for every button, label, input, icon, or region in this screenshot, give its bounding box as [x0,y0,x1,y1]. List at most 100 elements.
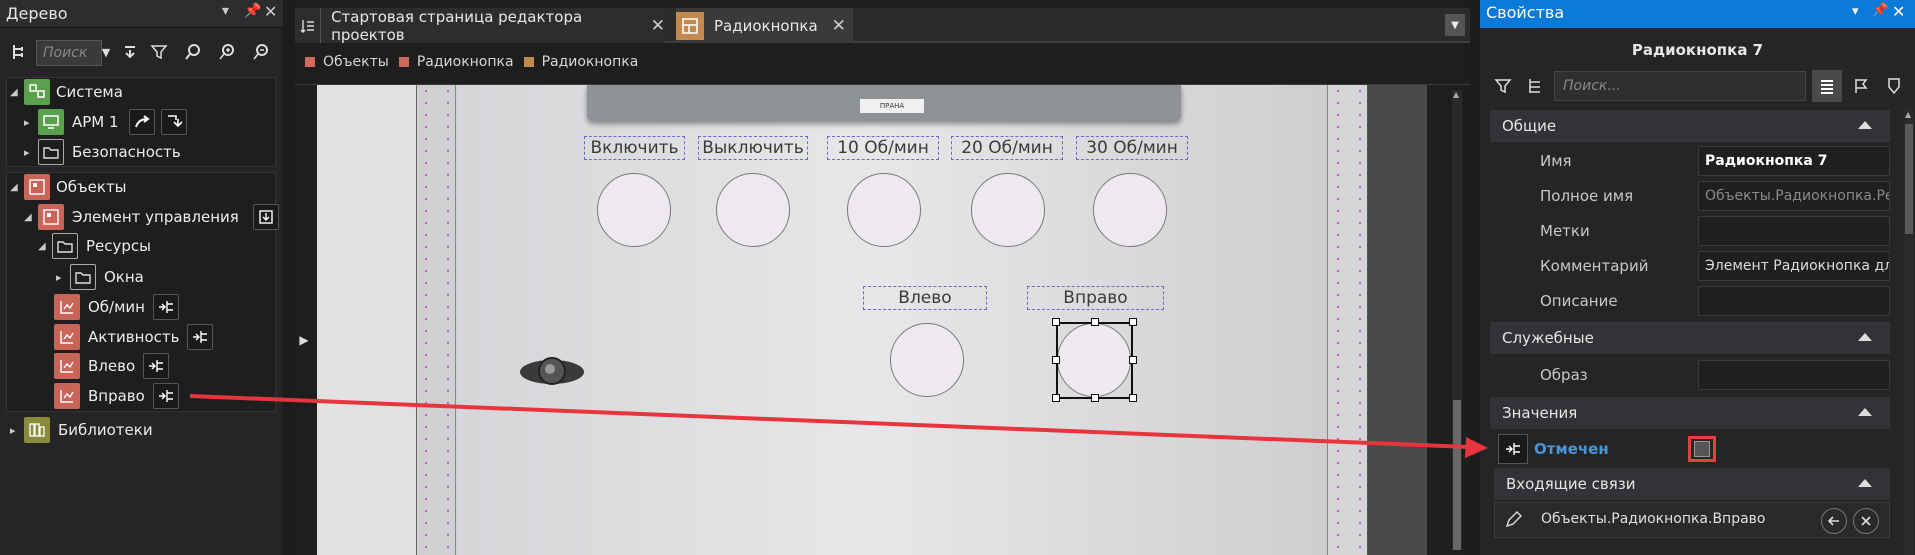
filter-icon[interactable] [1488,70,1518,102]
zoom-out-icon[interactable] [248,38,274,66]
tab-radiobutton[interactable]: Радиокнопка ✕ [676,8,853,43]
dropdown-icon[interactable]: ▾ [1852,4,1859,19]
tree-view-icon[interactable] [1520,70,1550,102]
resize-handle[interactable] [1129,394,1137,402]
label-20rpm[interactable]: 20 Об/мин [951,136,1063,160]
close-tab-icon[interactable]: ✕ [832,16,846,36]
download-icon[interactable] [252,204,279,230]
tree-structure-icon[interactable] [6,38,32,66]
expand-icon[interactable]: ◢ [10,87,24,98]
collapse-icon[interactable] [1858,408,1872,416]
resize-handle[interactable] [1129,356,1137,364]
prop-value-input[interactable] [1698,216,1890,246]
list-view-icon[interactable] [1812,70,1842,102]
binding-icon[interactable] [152,294,179,320]
tree-item-activity[interactable]: Активность [54,323,214,351]
edit-pencil-icon[interactable] [1499,506,1527,534]
knob-image[interactable] [517,347,587,397]
resize-handle[interactable] [1052,394,1060,402]
import-icon[interactable] [160,109,187,135]
section-general[interactable]: Общие [1490,110,1890,142]
prop-value-input[interactable] [1698,360,1890,390]
expand-left-icon[interactable]: ▶ [297,330,311,350]
prop-value-input[interactable] [1698,286,1890,316]
binding-icon[interactable] [1498,434,1528,464]
tree-item-left[interactable]: Влево [54,352,170,380]
radio-button-turn-on[interactable] [597,173,671,247]
binding-icon[interactable] [187,324,214,350]
properties-scrollbar[interactable]: ▲ [1904,108,1914,555]
expand-icon[interactable]: ▸ [56,271,70,284]
radio-button-left[interactable] [890,323,964,397]
tree-item-control-element[interactable]: ◢ Элемент управления [24,203,279,231]
pin-icon[interactable]: 📌 [1872,3,1888,18]
tree-item-objects[interactable]: ◢ Объекты [10,173,127,201]
search-dropdown-icon[interactable]: ▼ [97,38,115,66]
radio-button-10rpm[interactable] [847,173,921,247]
close-icon[interactable]: ✕ [1892,2,1905,21]
expand-icon[interactable]: ◢ [24,212,38,223]
tab-start-page[interactable]: Стартовая страница редактора проектов ✕ [295,8,665,44]
expand-icon[interactable]: ▸ [24,116,38,129]
scrollbar-thumb[interactable] [1905,124,1913,234]
resize-handle[interactable] [1091,318,1099,326]
expand-icon[interactable]: ◢ [10,182,24,193]
remove-link-icon[interactable] [1853,508,1879,534]
tree-item-rpm[interactable]: Об/мин [54,293,179,321]
label-10rpm[interactable]: 10 Об/мин [827,136,939,160]
binding-icon[interactable] [152,383,179,409]
resize-handle[interactable] [1091,394,1099,402]
label-turn-on[interactable]: Включить [584,136,685,160]
events-icon[interactable] [1880,70,1908,102]
label-turn-off[interactable]: Выключить [698,136,808,160]
label-right[interactable]: Вправо [1027,286,1164,310]
section-service[interactable]: Служебные [1490,322,1890,354]
resize-handle[interactable] [1129,318,1137,326]
design-canvas[interactable]: ПРАНА Включить Выключить 10 Об/мин 20 Об… [317,85,1427,555]
section-values[interactable]: Значения [1490,397,1890,429]
breadcrumb-item[interactable]: Радиокнопка [417,54,514,70]
section-incoming[interactable]: Входящие связи [1494,468,1890,500]
collapse-icon[interactable] [1858,479,1872,487]
flag-icon[interactable] [1846,70,1876,102]
tree-item-security[interactable]: ▸ Безопасность [24,138,181,166]
radio-button-30rpm[interactable] [1093,173,1167,247]
resize-handle[interactable] [1052,318,1060,326]
close-tab-icon[interactable]: ✕ [651,16,665,36]
tree-item-resources[interactable]: ◢ Ресурсы [38,232,151,260]
radio-button-turn-off[interactable] [716,173,790,247]
tree-item-libraries[interactable]: ▸ Библиотеки [10,416,153,444]
checked-checkbox[interactable] [1694,441,1710,457]
expand-icon[interactable]: ▸ [24,146,38,159]
tab-list-icon[interactable]: ▼ [1445,14,1465,36]
collapse-icon[interactable] [1858,333,1872,341]
close-icon[interactable]: ✕ [264,2,277,21]
radio-button-20rpm[interactable] [971,173,1045,247]
tree-item-arm1[interactable]: ▸ АРМ 1 [24,108,187,136]
label-left[interactable]: Влево [863,286,987,310]
scroll-up-icon[interactable]: ▲ [1905,110,1913,120]
zoom-in-icon[interactable] [214,38,240,66]
prop-value-input[interactable]: Радиокнопка 7 [1698,146,1890,176]
navigate-back-icon[interactable] [1821,508,1847,534]
link-arrow-icon[interactable] [128,109,155,135]
filter-icon[interactable] [146,38,172,66]
control-unit-image[interactable]: ПРАНА [587,85,1181,121]
scroll-up-icon[interactable]: ▲ [1453,90,1461,100]
expand-icon[interactable]: ▸ [10,424,24,437]
resize-handle[interactable] [1052,356,1060,364]
pin-icon[interactable]: 📌 [244,3,261,19]
scrollbar-thumb[interactable] [1453,400,1461,550]
collapse-all-icon[interactable] [117,38,143,66]
tree-search-input[interactable]: Поиск [36,40,102,66]
incoming-link-row[interactable]: Объекты.Радиокнопка.Вправо [1494,502,1890,538]
breadcrumb-item[interactable]: Объекты [323,54,389,70]
search-icon[interactable] [180,38,206,66]
tree-item-system[interactable]: ◢ Система [10,78,123,106]
label-30rpm[interactable]: 30 Об/мин [1076,136,1188,160]
breadcrumb-item[interactable]: Радиокнопка [542,54,639,70]
tree-item-windows[interactable]: ▸ Окна [56,263,144,291]
binding-icon[interactable] [143,353,170,379]
properties-search-input[interactable]: Поиск... [1554,71,1806,101]
prop-value-input[interactable]: Элемент Радиокнопка для [1698,251,1890,281]
